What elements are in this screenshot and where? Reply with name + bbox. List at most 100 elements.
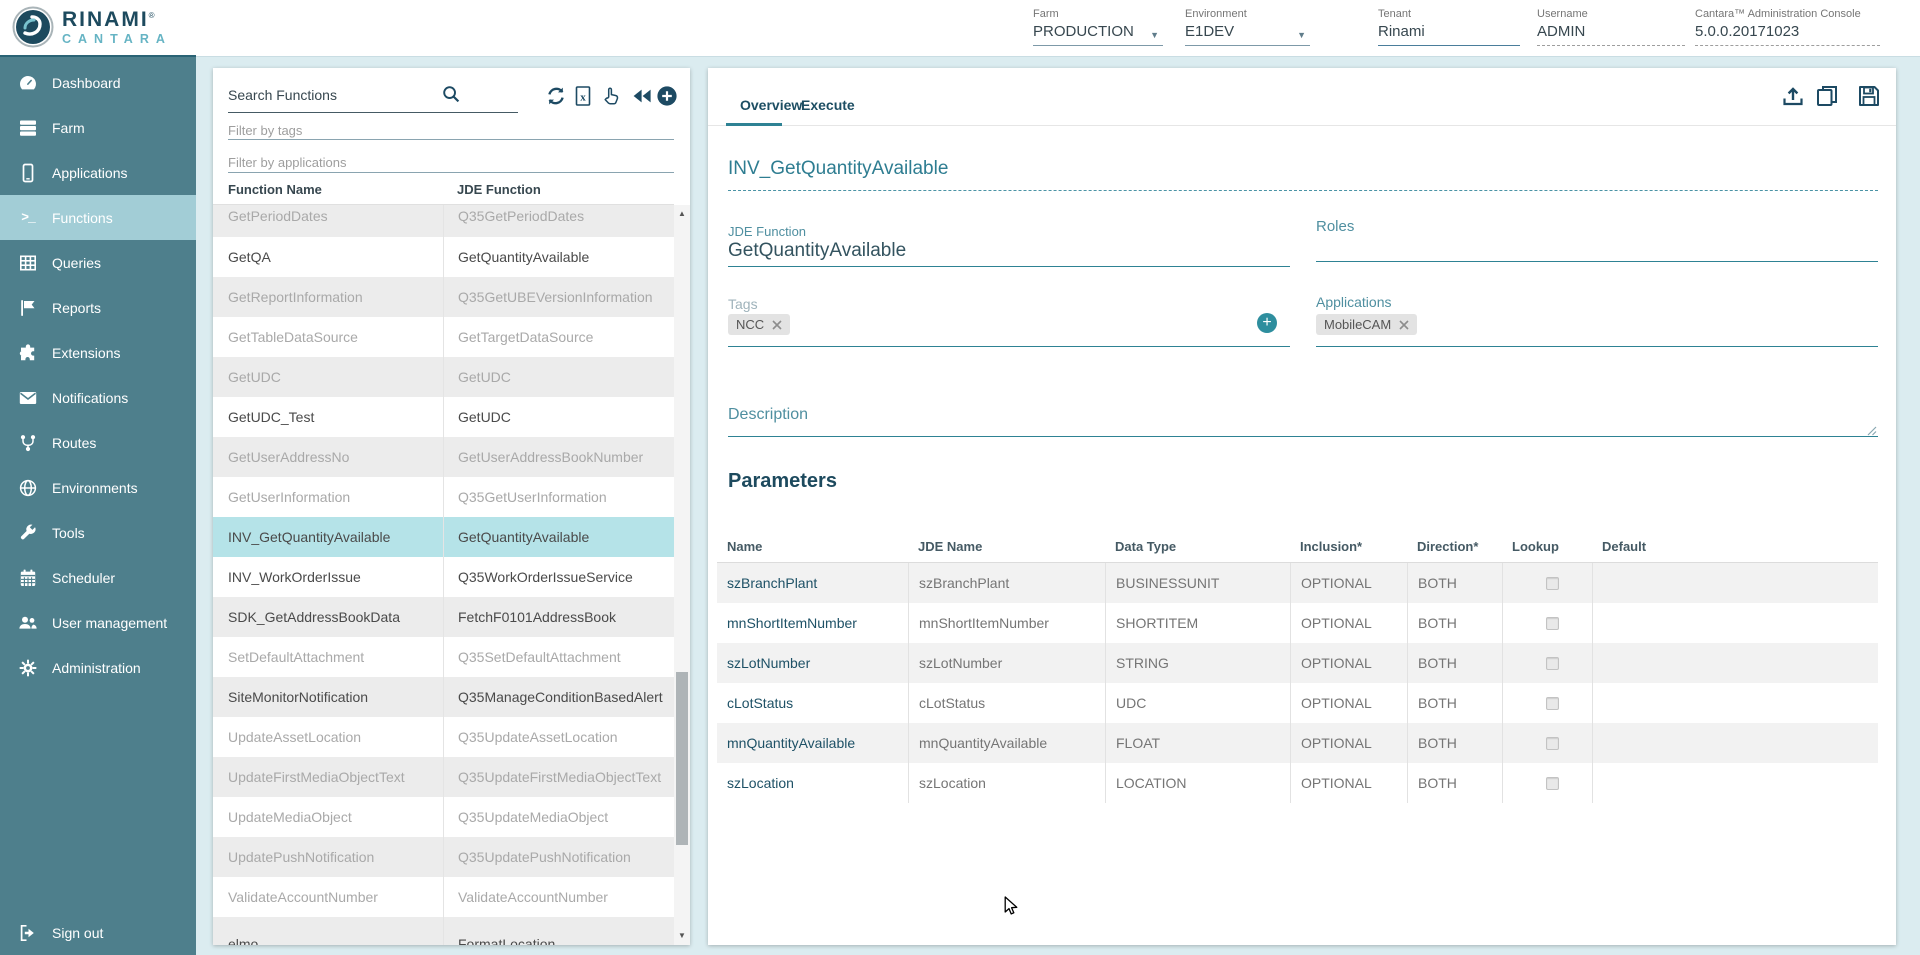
lookup-checkbox[interactable]	[1546, 777, 1559, 790]
export-excel-icon[interactable]: x	[571, 84, 595, 108]
function-row[interactable]: SiteMonitorNotificationQ35ManageConditio…	[213, 677, 674, 717]
table-grid-icon	[18, 253, 38, 273]
parameters-heading: Parameters	[728, 470, 837, 493]
function-row[interactable]: UpdateAssetLocationQ35UpdateAssetLocatio…	[213, 717, 674, 757]
refresh-icon[interactable]	[544, 84, 568, 108]
function-row[interactable]: GetUDC_TestGetUDC	[213, 397, 674, 437]
farm-select[interactable]: Farm PRODUCTION ▼	[1033, 8, 1163, 40]
search-functions-input[interactable]: Search Functions	[228, 87, 337, 103]
function-list-scrollbar[interactable]: ▲ ▼	[674, 205, 690, 945]
add-circle-icon[interactable]	[655, 84, 679, 108]
parameters-table: Name JDE Name Data Type Inclusion* Direc…	[717, 530, 1878, 803]
sidebar-item-extensions[interactable]: Extensions	[0, 330, 196, 375]
function-name-title[interactable]: INV_GetQuantityAvailable	[728, 158, 948, 180]
search-icon[interactable]	[441, 84, 461, 109]
roles-input[interactable]	[1316, 261, 1878, 262]
remove-tag-icon[interactable]	[772, 320, 782, 330]
parameter-row[interactable]: mnQuantityAvailablemnQuantityAvailableFL…	[717, 723, 1878, 763]
parameters-table-header: Name JDE Name Data Type Inclusion* Direc…	[717, 530, 1878, 563]
function-row[interactable]: GetReportInformationQ35GetUBEVersionInfo…	[213, 277, 674, 317]
jde-function-value[interactable]: GetQuantityAvailable	[728, 240, 906, 262]
sidebar-item-administration[interactable]: Administration	[0, 645, 196, 690]
add-tag-button[interactable]: +	[1257, 313, 1277, 333]
gear-icon	[18, 658, 38, 678]
function-row[interactable]: UpdatePushNotificationQ35UpdatePushNotif…	[213, 837, 674, 877]
tab-execute[interactable]: Execute	[801, 97, 855, 113]
function-row-selected[interactable]: INV_GetQuantityAvailableGetQuantityAvail…	[213, 517, 674, 557]
flag-icon	[18, 298, 38, 318]
column-header-jde-function: JDE Function	[457, 182, 541, 197]
description-input[interactable]	[728, 436, 1878, 437]
scrollbar-thumb[interactable]	[676, 672, 688, 845]
function-row[interactable]: GetUDCGetUDC	[213, 357, 674, 397]
sidebar-item-scheduler[interactable]: Scheduler	[0, 555, 196, 600]
chevron-down-icon[interactable]: ▼	[1150, 30, 1159, 40]
svg-text:x: x	[580, 92, 586, 104]
sidebar-item-applications[interactable]: Applications	[0, 150, 196, 195]
function-row[interactable]: SetDefaultAttachmentQ35SetDefaultAttachm…	[213, 637, 674, 677]
remove-application-icon[interactable]	[1399, 320, 1409, 330]
brand-name: RINAMI®	[62, 9, 172, 30]
tag-chip-ncc[interactable]: NCC	[728, 314, 790, 335]
lookup-checkbox[interactable]	[1546, 657, 1559, 670]
tenant-label: Tenant	[1378, 8, 1520, 20]
filter-by-applications-input[interactable]: Filter by applications	[228, 155, 347, 170]
sign-out-button[interactable]: Sign out	[0, 910, 196, 955]
scroll-up-arrow[interactable]: ▲	[674, 207, 690, 221]
title-underline	[728, 190, 1878, 191]
lookup-checkbox[interactable]	[1546, 737, 1559, 750]
envelope-icon	[18, 388, 38, 408]
cantara-admin-console: RINAMI® CANTARA Farm PRODUCTION ▼ Enviro…	[0, 0, 1920, 955]
mobile-phone-icon	[18, 163, 38, 183]
environment-select[interactable]: Environment E1DEV ▼	[1185, 8, 1310, 40]
column-header-function-name: Function Name	[228, 182, 322, 197]
chevron-down-icon[interactable]: ▼	[1297, 30, 1306, 40]
scroll-down-arrow[interactable]: ▼	[674, 929, 690, 943]
function-row[interactable]: UpdateMediaObjectQ35UpdateMediaObject	[213, 797, 674, 837]
rewind-icon[interactable]	[630, 84, 654, 108]
function-row[interactable]: elmoFormatLocation	[213, 917, 674, 945]
function-row[interactable]: GetUserAddressNoGetUserAddressBookNumber	[213, 437, 674, 477]
save-icon[interactable]	[1856, 83, 1882, 109]
sidebar-item-dashboard[interactable]: Dashboard	[0, 60, 196, 105]
sidebar-item-routes[interactable]: Routes	[0, 420, 196, 465]
sidebar-item-notifications[interactable]: Notifications	[0, 375, 196, 420]
function-row[interactable]: GetQAGetQuantityAvailable	[213, 237, 674, 277]
function-row[interactable]: UpdateFirstMediaObjectTextQ35UpdateFirst…	[213, 757, 674, 797]
rinami-cantara-logo: RINAMI® CANTARA	[12, 6, 172, 48]
function-row[interactable]: GetTableDataSourceGetTargetDataSource	[213, 317, 674, 357]
lookup-checkbox[interactable]	[1546, 577, 1559, 590]
sidebar-item-functions[interactable]: >_ Functions	[0, 195, 196, 240]
parameter-row[interactable]: szBranchPlantszBranchPlantBUSINESSUNITOP…	[717, 563, 1878, 603]
sidebar-item-reports[interactable]: Reports	[0, 285, 196, 330]
top-header: RINAMI® CANTARA Farm PRODUCTION ▼ Enviro…	[0, 0, 1920, 57]
parameter-row[interactable]: szLocationszLocationLOCATIONOPTIONALBOTH	[717, 763, 1878, 803]
sidebar-item-farm[interactable]: Farm	[0, 105, 196, 150]
tab-bar: Overview Execute	[708, 68, 1896, 126]
parameter-row[interactable]: mnShortItemNumbermnShortItemNumberSHORTI…	[717, 603, 1878, 643]
function-row[interactable]: SDK_GetAddressBookDataFetchF0101AddressB…	[213, 597, 674, 637]
application-chip-mobilecam[interactable]: MobileCAM	[1316, 314, 1417, 335]
sidebar-item-user-management[interactable]: User management	[0, 600, 196, 645]
tenant-field[interactable]: Tenant Rinami	[1378, 8, 1520, 40]
function-row[interactable]: GetUserInformationQ35GetUserInformation	[213, 477, 674, 517]
parameter-row[interactable]: szLotNumberszLotNumberSTRINGOPTIONALBOTH	[717, 643, 1878, 683]
sidebar-item-environments[interactable]: Environments	[0, 465, 196, 510]
lookup-checkbox[interactable]	[1546, 617, 1559, 630]
function-row[interactable]: GetPeriodDatesQ35GetPeriodDates	[213, 205, 674, 237]
filter-by-tags-input[interactable]: Filter by tags	[228, 123, 302, 138]
tab-overview[interactable]: Overview	[740, 97, 802, 113]
lookup-checkbox[interactable]	[1546, 697, 1559, 710]
hand-pointer-icon[interactable]	[599, 84, 623, 108]
function-row[interactable]: ValidateAccountNumberValidateAccountNumb…	[213, 877, 674, 917]
parameter-row[interactable]: cLotStatuscLotStatusUDCOPTIONALBOTH	[717, 683, 1878, 723]
sidebar-item-queries[interactable]: Queries	[0, 240, 196, 285]
console-version-label: Cantara™ Administration Console	[1695, 8, 1880, 20]
duplicate-icon[interactable]	[1814, 83, 1840, 109]
resize-handle-icon[interactable]	[1866, 423, 1877, 441]
environment-value: E1DEV	[1185, 23, 1310, 40]
upload-icon[interactable]	[1780, 83, 1806, 109]
function-row[interactable]: INV_WorkOrderIssueQ35WorkOrderIssueServi…	[213, 557, 674, 597]
roles-label: Roles	[1316, 218, 1354, 235]
sidebar-item-tools[interactable]: Tools	[0, 510, 196, 555]
